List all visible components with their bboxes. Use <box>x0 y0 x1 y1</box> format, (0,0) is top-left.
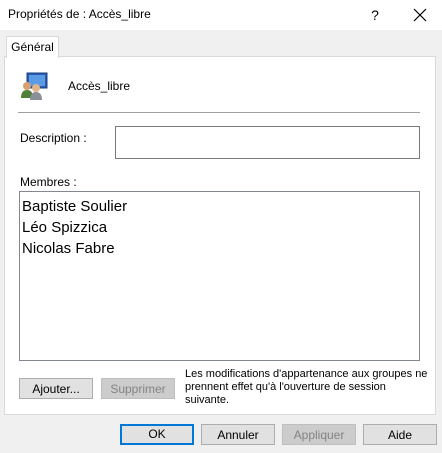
ok-button[interactable]: OK <box>120 424 194 445</box>
window-title: Propriétés de : Accès_libre <box>8 7 151 21</box>
tab-general[interactable]: Général <box>6 36 59 58</box>
description-field[interactable] <box>115 126 420 159</box>
add-member-button[interactable]: Ajouter... <box>19 378 93 399</box>
member-item[interactable]: Léo Spizzica <box>20 217 419 238</box>
title-bar: Propriétés de : Accès_libre ? <box>0 0 442 30</box>
close-button[interactable] <box>400 0 440 30</box>
description-label: Description : <box>20 131 87 145</box>
group-name: Accès_libre <box>68 79 131 93</box>
help-button[interactable]: Aide <box>363 424 437 445</box>
members-list[interactable]: Baptiste Soulier Léo Spizzica Nicolas Fa… <box>19 191 420 361</box>
members-label: Membres : <box>20 175 77 189</box>
member-item[interactable]: Nicolas Fabre <box>20 238 419 259</box>
member-item[interactable]: Baptiste Soulier <box>20 196 419 217</box>
membership-note: Les modifications d'appartenance aux gro… <box>185 368 428 406</box>
close-icon <box>413 8 427 22</box>
apply-button[interactable]: Appliquer <box>282 424 356 445</box>
remove-member-button[interactable]: Supprimer <box>101 378 175 399</box>
users-group-icon <box>21 72 48 100</box>
separator <box>18 112 420 113</box>
help-title-button[interactable]: ? <box>358 0 392 30</box>
cancel-button[interactable]: Annuler <box>201 424 275 445</box>
